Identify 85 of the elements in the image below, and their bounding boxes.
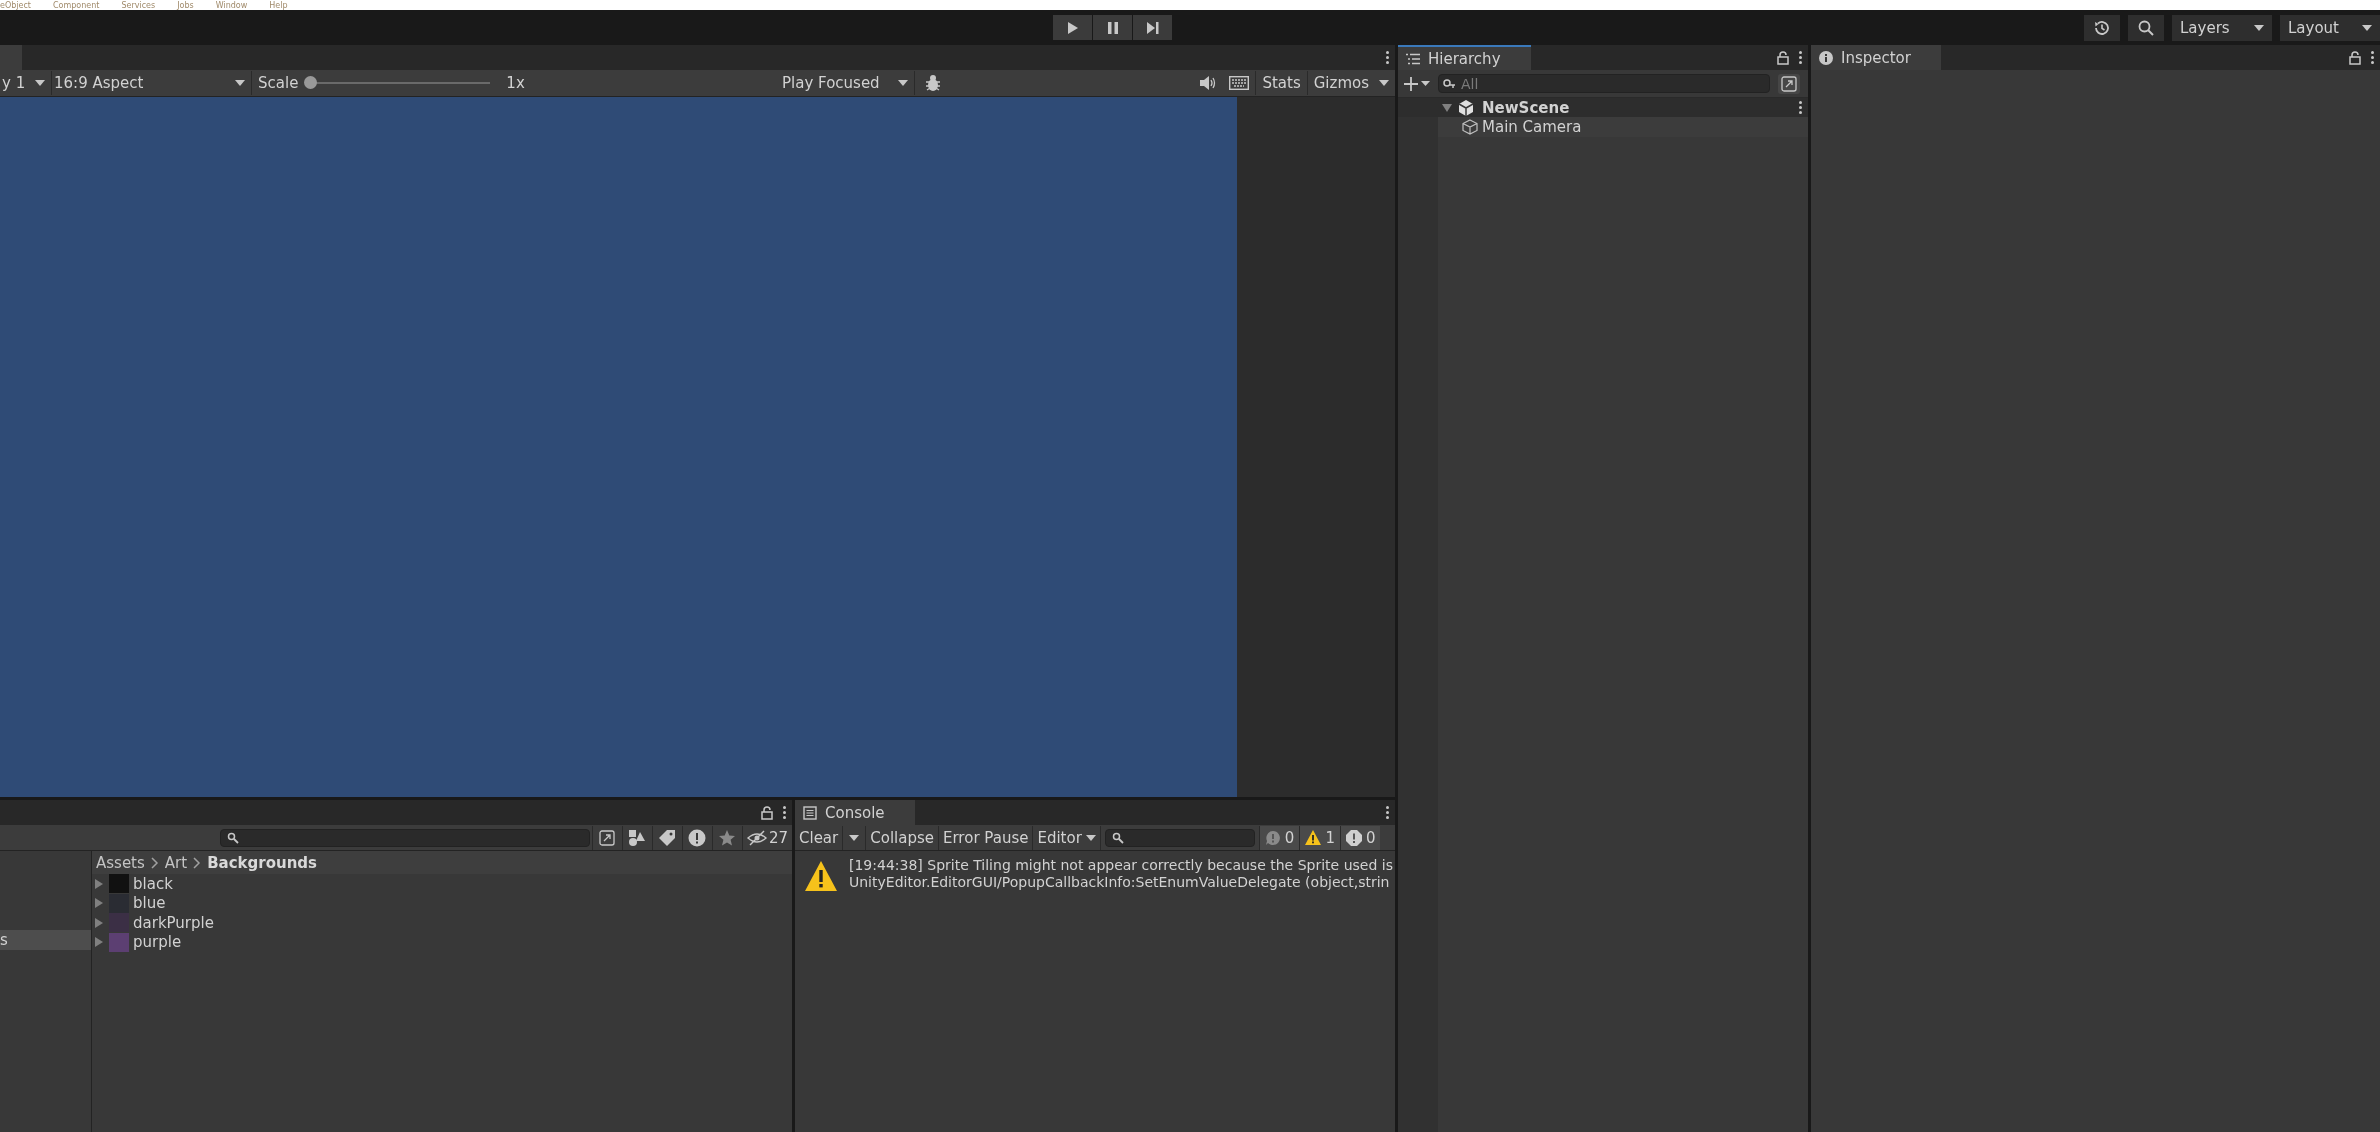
menu-item[interactable]: Component bbox=[53, 2, 100, 10]
star-icon bbox=[718, 828, 737, 847]
pause-icon bbox=[1106, 20, 1119, 35]
dropdown[interactable]: Layers bbox=[2172, 14, 2272, 41]
caret-icon bbox=[2362, 24, 2372, 31]
aspect-dropdown[interactable]: 16:9 Aspect bbox=[52, 71, 252, 95]
play-button[interactable] bbox=[1053, 15, 1092, 40]
lock-icon[interactable] bbox=[2349, 50, 2361, 65]
log-message-line[interactable]: [19:44:38] Sprite Tiling might not appear correctly because the Sprite used is bbox=[849, 857, 1393, 874]
asset-name[interactable]: blue bbox=[133, 894, 166, 913]
warning-icon bbox=[1305, 830, 1322, 845]
warning-icon bbox=[805, 861, 837, 891]
menu-item[interactable]: Help bbox=[269, 2, 288, 10]
search-icon bbox=[2137, 18, 2155, 37]
chevron-icon bbox=[150, 856, 159, 869]
menu-item[interactable]: eObject bbox=[0, 2, 31, 10]
search-popout-button[interactable] bbox=[1778, 73, 1800, 94]
search-icon bbox=[1111, 831, 1124, 844]
search-icon bbox=[226, 831, 239, 844]
search-field[interactable]: All bbox=[1438, 74, 1770, 93]
search-icon bbox=[1443, 79, 1457, 89]
speech-bubble-icon bbox=[1264, 829, 1281, 846]
shapes-icon bbox=[628, 828, 647, 847]
plus-caret-icon bbox=[1404, 76, 1430, 91]
caret-icon bbox=[2254, 24, 2264, 31]
popout-icon bbox=[1781, 75, 1797, 92]
caret-icon bbox=[1379, 80, 1389, 86]
menu-item[interactable]: Jobs bbox=[177, 2, 194, 10]
caret-icon bbox=[235, 80, 245, 86]
asset-name[interactable]: darkPurple bbox=[133, 913, 214, 932]
info-icon bbox=[1819, 50, 1833, 65]
menu-item[interactable]: Window bbox=[215, 2, 248, 10]
lock-icon[interactable] bbox=[1777, 50, 1789, 65]
lock-icon[interactable] bbox=[761, 805, 773, 820]
step-button[interactable] bbox=[1133, 15, 1172, 40]
scale-value: 1x bbox=[506, 74, 525, 92]
bug-icon[interactable] bbox=[925, 74, 941, 92]
search-field[interactable] bbox=[219, 828, 590, 847]
speaker-icon[interactable] bbox=[1199, 76, 1218, 90]
expand-arrow-icon[interactable] bbox=[95, 937, 103, 948]
error-icon bbox=[1345, 829, 1362, 846]
expand-arrow-icon[interactable] bbox=[95, 878, 103, 889]
chevron-icon bbox=[193, 856, 202, 869]
breadcrumb-item[interactable]: Assets bbox=[96, 853, 145, 872]
history-button[interactable] bbox=[2084, 14, 2120, 41]
expand-arrow-icon[interactable] bbox=[95, 917, 103, 928]
cube-icon bbox=[1462, 119, 1478, 135]
list-icon bbox=[1406, 52, 1420, 65]
info-count-toggle[interactable]: 0 bbox=[1258, 825, 1300, 850]
caret-icon bbox=[849, 834, 860, 841]
exclamation-icon bbox=[688, 828, 707, 847]
dropdown[interactable]: Layout bbox=[2280, 14, 2380, 41]
expand-arrow-icon[interactable] bbox=[1442, 102, 1452, 113]
asset-name[interactable]: purple bbox=[133, 933, 182, 952]
expand-arrow-icon[interactable] bbox=[95, 898, 103, 909]
scale-slider[interactable] bbox=[304, 76, 318, 89]
pause-button[interactable] bbox=[1093, 15, 1132, 40]
add-dropdown[interactable] bbox=[1404, 76, 1430, 91]
play-mode-dropdown[interactable]: Play Focused bbox=[780, 71, 915, 95]
log-message-line[interactable]: UnityEditor.EditorGUI/PopupCallbackInfo:SetEnumValueDelegate (object,strin bbox=[849, 874, 1393, 891]
breadcrumb-item[interactable]: Art bbox=[164, 853, 188, 872]
tag-icon bbox=[658, 828, 677, 847]
scale-label: Scale bbox=[258, 74, 299, 92]
eye-hidden-icon bbox=[746, 829, 767, 846]
step-icon bbox=[1145, 20, 1160, 35]
keyboard-icon[interactable] bbox=[1229, 76, 1250, 90]
warning-count-toggle[interactable]: 1 bbox=[1299, 825, 1340, 850]
display-dropdown[interactable]: y 1 bbox=[0, 71, 52, 95]
folder-tree-item[interactable]: s bbox=[0, 930, 91, 950]
console-tab[interactable]: Console bbox=[795, 800, 915, 825]
hierarchy-tab[interactable]: Hierarchy bbox=[1398, 45, 1531, 70]
search-button[interactable] bbox=[2128, 14, 2164, 41]
history-icon bbox=[2093, 18, 2111, 37]
search-field[interactable] bbox=[1104, 828, 1255, 847]
inspector-tab[interactable]: Inspector bbox=[1811, 45, 1941, 70]
menu-item[interactable]: Services bbox=[121, 2, 156, 10]
caret-icon bbox=[35, 80, 45, 86]
caret-icon bbox=[898, 80, 908, 86]
asset-name[interactable]: black bbox=[133, 874, 173, 893]
console-icon bbox=[803, 805, 817, 820]
breadcrumb-item[interactable]: Backgrounds bbox=[207, 853, 318, 872]
caret-icon bbox=[1085, 834, 1096, 841]
popout-icon bbox=[599, 829, 616, 846]
play-icon bbox=[1066, 20, 1079, 35]
error-count-toggle[interactable]: 0 bbox=[1339, 825, 1381, 850]
